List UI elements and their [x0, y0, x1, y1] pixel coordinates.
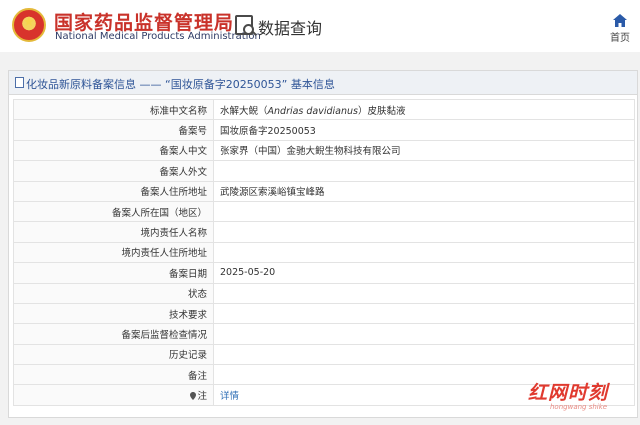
record-table: 标准中文名称 水解大鲵（Andrias davidianus）皮肤黏液 备案号 … [13, 98, 635, 406]
table-row: 境内责任人住所地址 [13, 241, 635, 264]
row-label: 技术要求 [13, 302, 214, 325]
document-icon [15, 77, 24, 88]
row-label: 标准中文名称 [13, 98, 214, 121]
row-value: 张家界（中国）金驰大鲵生物科技有限公司 [213, 139, 635, 162]
panel-header: 化妆品新原料备案信息 —— “国妆原备字20250053” 基本信息 [9, 71, 637, 95]
row-label: 备案后监督检查情况 [13, 323, 214, 345]
row-value [213, 221, 635, 243]
row-value [213, 343, 635, 366]
table-row: 备案人所在国（地区） [13, 200, 635, 223]
table-row: 备案人住所地址 武陵源区索溪峪镇宝峰路 [13, 180, 635, 202]
table-row: 备案人外文 [13, 160, 635, 182]
table-row: 境内责任人名称 [13, 221, 635, 243]
row-value: 水解大鲵（Andrias davidianus）皮肤黏液 [213, 98, 635, 121]
value-text: 水解大鲵（ [220, 105, 268, 117]
row-label: 备案人住所地址 [13, 180, 214, 202]
pin-icon [190, 392, 197, 401]
table-row: 历史记录 [13, 343, 635, 366]
table-row: 备案人中文 张家界（中国）金驰大鲵生物科技有限公司 [13, 139, 635, 162]
row-value [213, 200, 635, 223]
row-value [213, 160, 635, 182]
table-row: 备案号 国妆原备字20250053 [13, 119, 635, 141]
table-row: 技术要求 [13, 302, 635, 325]
table-row: 备案日期 2025-05-20 [13, 262, 635, 284]
row-label: 备案日期 [13, 262, 214, 284]
row-value: 2025-05-20 [213, 262, 635, 284]
row-label: 备案人中文 [13, 139, 214, 162]
table-row: 备案后监督检查情况 [13, 323, 635, 345]
row-label: 备案号 [13, 119, 214, 141]
table-row: 状态 [13, 282, 635, 304]
watermark-logo: 红网时刻 hongwang shike [528, 378, 630, 418]
watermark-sub: hongwang shike [550, 403, 608, 411]
home-link[interactable]: 首页 [610, 29, 630, 44]
label-text: 注 [197, 391, 207, 403]
row-value [213, 323, 635, 345]
data-query-title[interactable]: 数据查询 [258, 15, 322, 39]
data-query-icon [235, 15, 254, 35]
row-value [213, 241, 635, 264]
row-value: 武陵源区索溪峪镇宝峰路 [213, 180, 635, 202]
row-value [213, 282, 635, 304]
details-link[interactable]: 详情 [220, 391, 239, 402]
value-text: ）皮肤黏液 [358, 105, 406, 117]
row-label: 备案人所在国（地区） [13, 200, 214, 223]
row-value: 国妆原备字20250053 [213, 119, 635, 141]
record-panel: 化妆品新原料备案信息 —— “国妆原备字20250053” 基本信息 标准中文名… [8, 70, 638, 418]
latin-name: Andrias davidianus [267, 105, 358, 117]
org-name-en[interactable]: National Medical Products Administration [55, 31, 261, 42]
table-row: 标准中文名称 水解大鲵（Andrias davidianus）皮肤黏液 [13, 98, 635, 121]
panel-title: 化妆品新原料备案信息 —— “国妆原备字20250053” 基本信息 [26, 78, 335, 91]
home-icon[interactable] [613, 12, 627, 27]
watermark-main: 红网时刻 [528, 382, 609, 404]
emblem-icon [12, 8, 46, 42]
row-label: 备案人外文 [13, 160, 214, 182]
row-label: 境内责任人名称 [13, 221, 214, 243]
row-label: 历史记录 [13, 343, 214, 366]
row-label: 状态 [13, 282, 214, 304]
row-label: 境内责任人住所地址 [13, 241, 214, 264]
site-header: 国家药品监督管理局 National Medical Products Admi… [0, 0, 640, 52]
row-value [213, 302, 635, 325]
row-label: 注 [13, 384, 214, 406]
row-label: 备注 [13, 364, 214, 386]
